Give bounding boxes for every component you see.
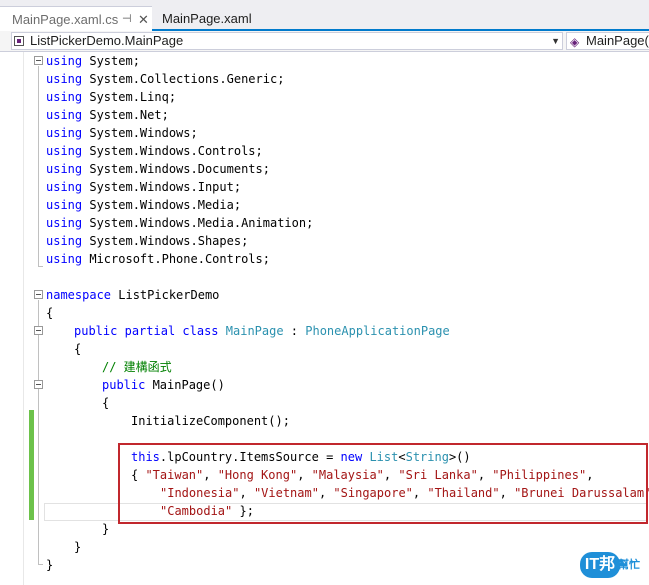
code-line: {	[102, 396, 110, 410]
class-dropdown-value: ListPickerDemo.MainPage	[30, 33, 184, 48]
member-dropdown[interactable]: ◈ MainPage(	[566, 32, 649, 50]
tab-label: MainPage.xaml.cs	[12, 12, 119, 27]
tab-mainpage-xaml-cs[interactable]: MainPage.xaml.cs ⊣ ✕	[0, 6, 152, 31]
member-dropdown-value: MainPage(	[586, 33, 649, 48]
collapse-usings-toggle[interactable]	[34, 56, 43, 65]
class-dropdown[interactable]: ListPickerDemo.MainPage ▼	[11, 32, 563, 50]
class-icon	[14, 36, 24, 46]
code-line: using System.Collections.Generic;	[46, 72, 285, 86]
logo-bubble: IT邦	[580, 552, 620, 578]
code-line: using Microsoft.Phone.Controls;	[46, 252, 270, 266]
code-line: {	[46, 306, 54, 320]
code-line: }	[74, 540, 82, 554]
code-line: using System.Windows.Media;	[46, 198, 242, 212]
collapse-namespace-toggle[interactable]	[34, 290, 43, 299]
outline-guide-end	[38, 564, 43, 565]
code-line: using System.Windows.Shapes;	[46, 234, 249, 248]
code-line: InitializeComponent();	[131, 414, 290, 428]
code-line: public MainPage()	[102, 378, 225, 392]
outline-guide	[38, 300, 39, 564]
annotation-highlight-box	[118, 443, 648, 524]
code-line: }	[102, 522, 110, 536]
code-line: // 建構函式	[102, 360, 172, 374]
code-line: using System.Windows.Documents;	[46, 162, 270, 176]
code-line: using System.Windows.Media.Animation;	[46, 216, 314, 230]
collapse-class-toggle[interactable]	[34, 326, 43, 335]
code-line: namespace ListPickerDemo	[46, 288, 220, 302]
code-line: public partial class MainPage : PhoneApp…	[74, 324, 450, 338]
close-icon[interactable]: ✕	[138, 7, 149, 32]
navigation-bar: ListPickerDemo.MainPage ▼ ◈ MainPage(	[0, 31, 649, 52]
pin-icon[interactable]: ⊣	[122, 7, 132, 32]
document-tab-bar: MainPage.xaml.cs ⊣ ✕ MainPage.xaml	[0, 0, 649, 31]
method-icon: ◈	[570, 35, 580, 49]
tab-label: MainPage.xaml	[162, 11, 252, 26]
code-line: {	[74, 342, 82, 356]
code-line: using System.Net;	[46, 108, 169, 122]
logo-subtext: 幫忙	[618, 559, 640, 571]
code-line: using System;	[46, 54, 140, 68]
code-line: using System.Windows.Input;	[46, 180, 242, 194]
code-line: using System.Windows;	[46, 126, 198, 140]
code-line: }	[46, 558, 54, 572]
chevron-down-icon: ▼	[551, 36, 560, 46]
ithome-watermark-logo: IT邦 幫忙	[580, 546, 646, 580]
code-line: using System.Windows.Controls;	[46, 144, 263, 158]
tab-mainpage-xaml[interactable]: MainPage.xaml	[162, 6, 252, 31]
code-line: using System.Linq;	[46, 90, 177, 104]
outline-guide	[38, 66, 39, 266]
outline-guide-end	[38, 266, 43, 267]
collapse-constructor-toggle[interactable]	[34, 380, 43, 389]
